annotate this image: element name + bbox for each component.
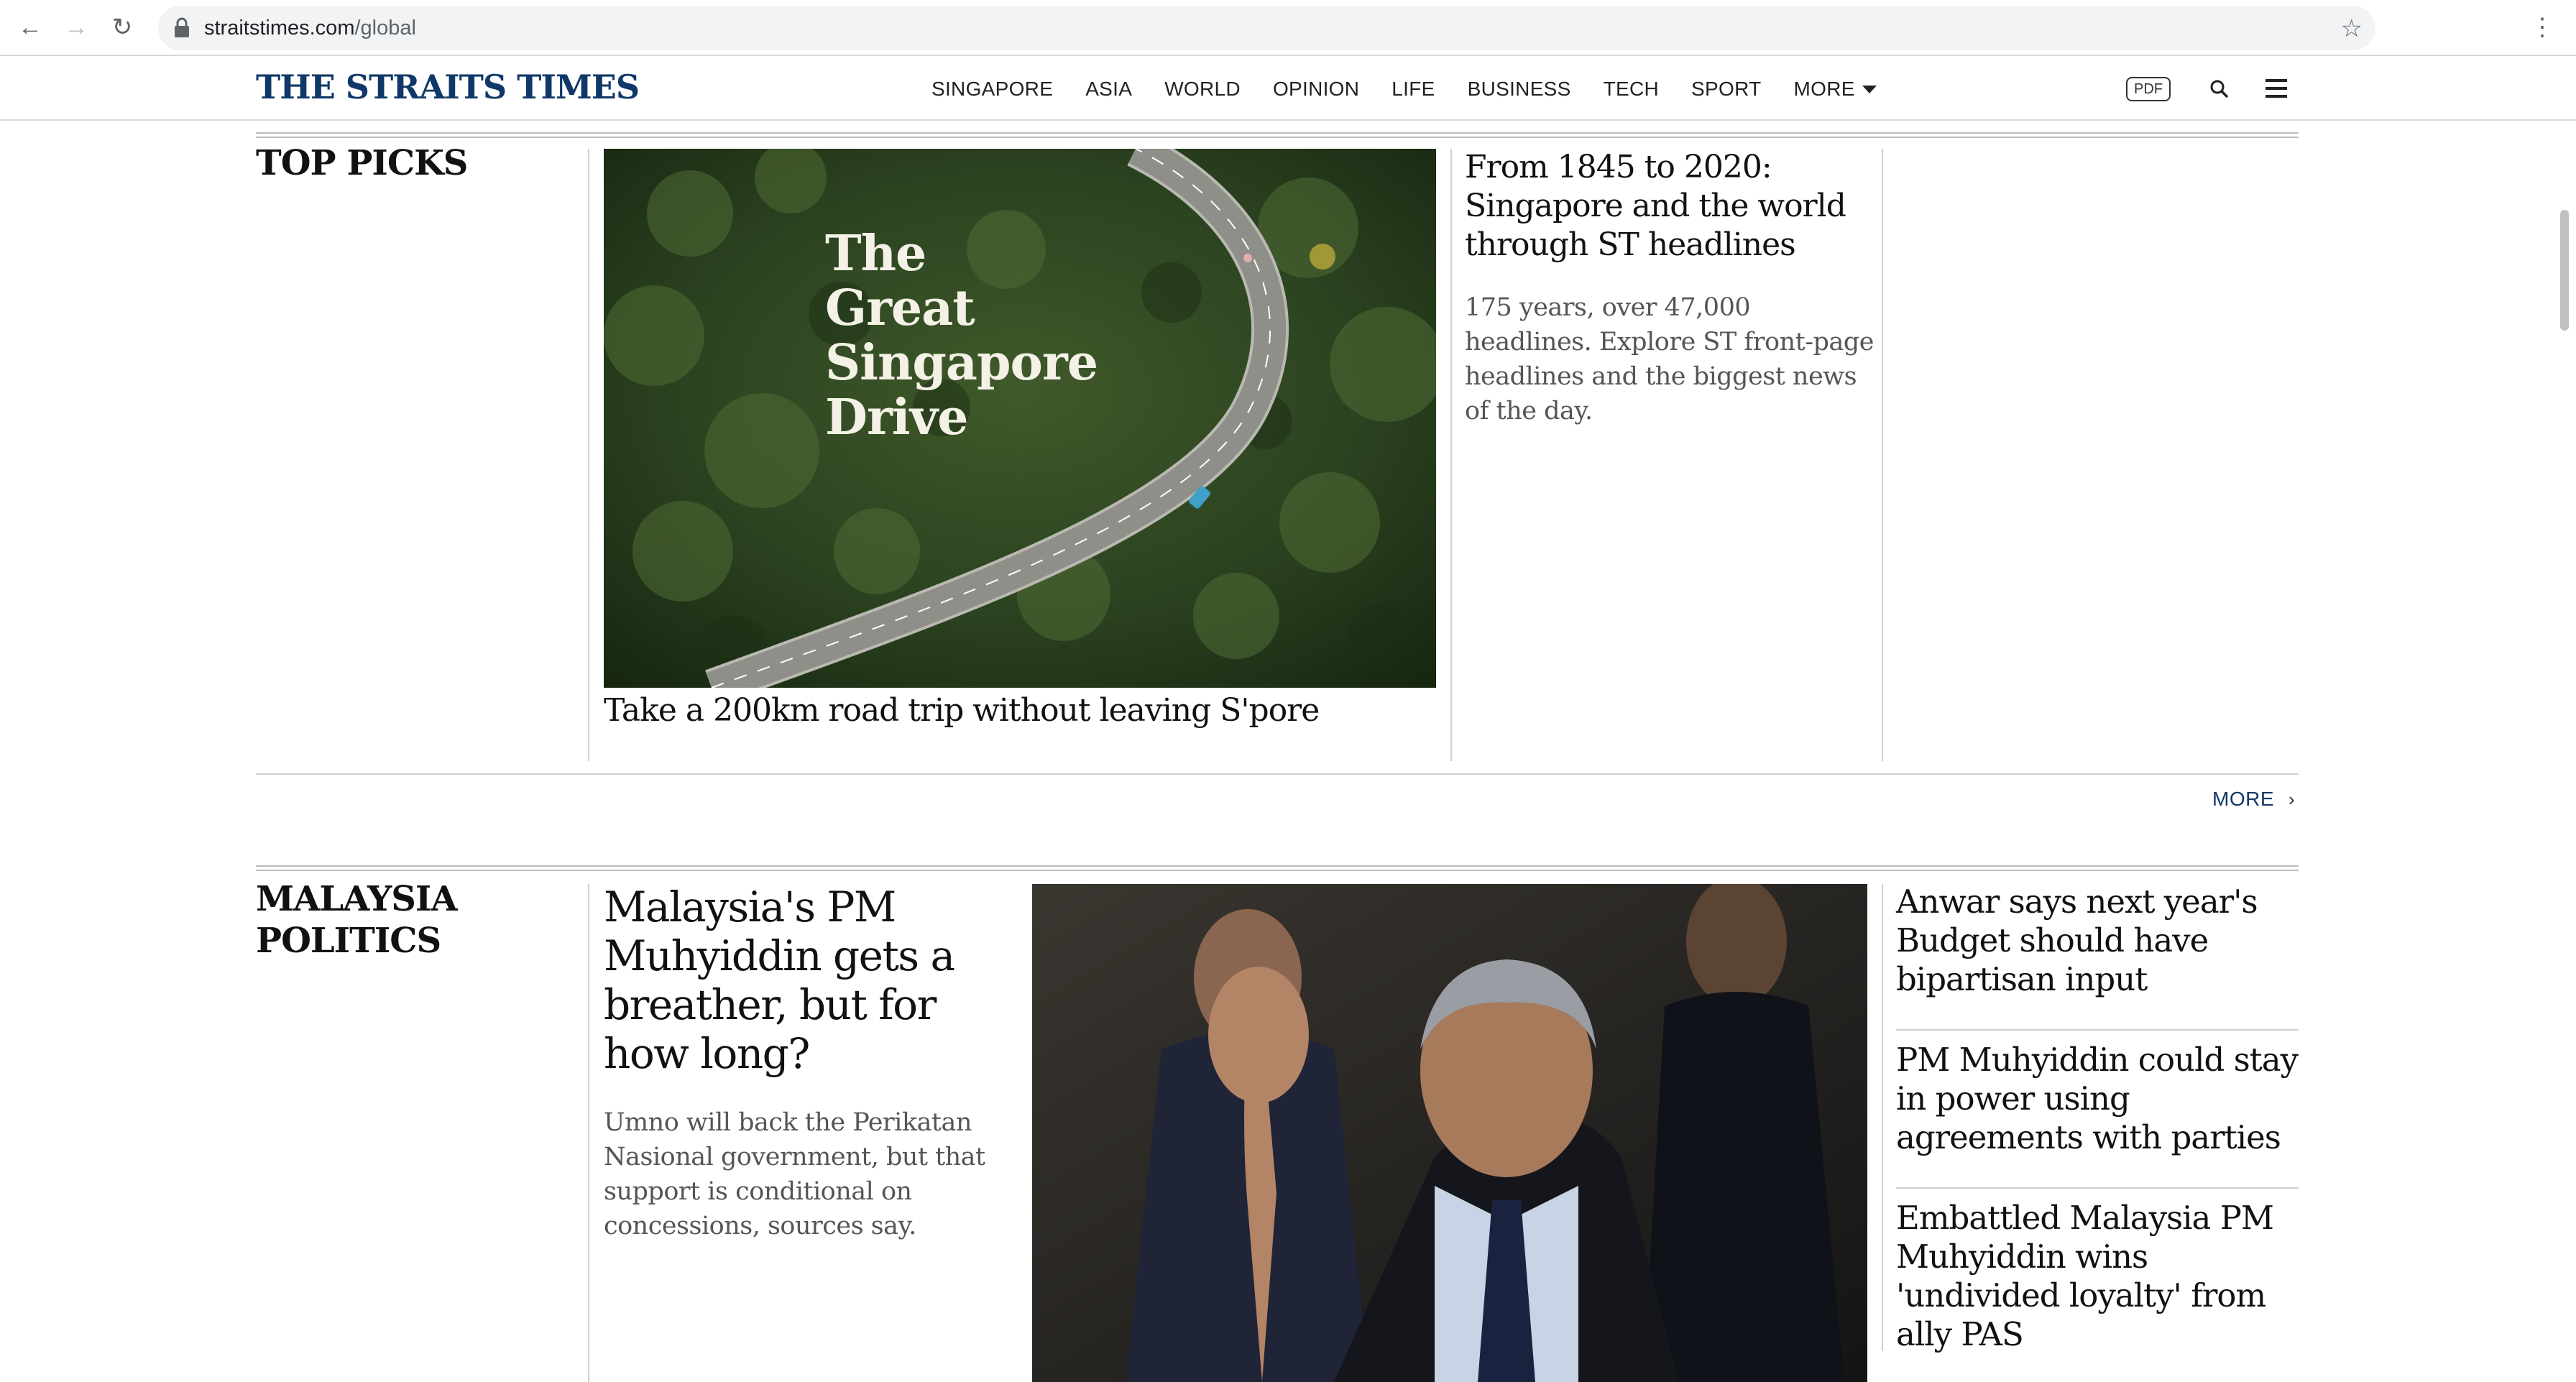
- section-title-line: MALAYSIA: [256, 879, 458, 919]
- more-label: MORE: [2212, 788, 2274, 810]
- section-title-top-picks: TOP PICKS: [256, 143, 468, 183]
- overlay-line: Great: [825, 280, 975, 337]
- feature-summary: 175 years, over 47,000 headlines. Explor…: [1465, 293, 1874, 425]
- url-text: straitstimes.com/global: [204, 17, 416, 40]
- nav-tech[interactable]: TECH: [1604, 78, 1659, 101]
- more-top-picks-link[interactable]: MORE ›: [2212, 788, 2295, 811]
- browser-toolbar: ← → ↻ straitstimes.com/global ☆ ⋮: [0, 0, 2576, 56]
- lock-icon: [175, 17, 189, 37]
- nav-asia[interactable]: ASIA: [1085, 78, 1132, 101]
- main-nav: SINGAPORE ASIA WORLD OPINION LIFE BUSINE…: [932, 57, 1909, 121]
- column-divider: [1450, 149, 1452, 761]
- column-divider: [1882, 884, 1883, 1351]
- lead-summary: Umno will back the Perikatan Nasional go…: [604, 1108, 985, 1240]
- feature-headline-link[interactable]: From 1845 to 2020: Singapore and the wor…: [1465, 148, 1874, 264]
- caret-down-icon: [1862, 85, 1877, 93]
- nav-business[interactable]: BUSINESS: [1468, 78, 1571, 101]
- site-header: THE STRAITS TIMES SINGAPORE ASIA WORLD O…: [0, 57, 2576, 121]
- overlay-line: Singapore: [825, 334, 1098, 392]
- section-divider: [256, 773, 2299, 775]
- nav-more[interactable]: MORE: [1794, 78, 1877, 101]
- scrollbar-thumb[interactable]: [2560, 210, 2569, 331]
- overlay-line: The: [825, 225, 926, 282]
- muhyiddin-photo[interactable]: [1032, 884, 1867, 1382]
- lead-headline-link[interactable]: Malaysia's PM Muhyiddin gets a breather,…: [604, 883, 1006, 1078]
- overlay-line: Drive: [825, 389, 968, 446]
- search-icon[interactable]: [2207, 76, 2232, 102]
- back-icon[interactable]: ←: [13, 10, 47, 45]
- pdf-button[interactable]: PDF: [2126, 77, 2171, 101]
- page-scrollbar[interactable]: [2552, 122, 2576, 1382]
- section-divider: [256, 865, 2299, 871]
- story-divider: [1896, 1029, 2299, 1031]
- story-divider: [1896, 1187, 2299, 1189]
- bookmark-star-icon[interactable]: ☆: [2341, 14, 2363, 43]
- news-photo: [1032, 884, 1867, 1382]
- side-story-link[interactable]: Anwar says next year's Budget should hav…: [1896, 883, 2299, 999]
- browser-menu-icon[interactable]: ⋮: [2530, 10, 2554, 45]
- reload-icon[interactable]: ↻: [105, 10, 139, 45]
- nav-sport[interactable]: SPORT: [1691, 78, 1761, 101]
- hero-caption-link[interactable]: Take a 200km road trip without leaving S…: [604, 691, 1438, 730]
- hamburger-menu-icon[interactable]: [2266, 79, 2287, 98]
- column-divider: [588, 149, 589, 761]
- forward-icon[interactable]: →: [59, 10, 93, 45]
- side-story-link[interactable]: Embattled Malaysia PM Muhyiddin wins 'un…: [1896, 1199, 2299, 1354]
- address-bar[interactable]: straitstimes.com/global ☆: [158, 6, 2375, 50]
- nav-more-label: MORE: [1793, 78, 1855, 100]
- nav-life[interactable]: LIFE: [1392, 78, 1435, 101]
- hero-image-great-singapore-drive[interactable]: The Great Singapore Drive: [604, 149, 1436, 688]
- section-title-line: POLITICS: [256, 921, 441, 961]
- hero-overlay-title: The Great Singapore Drive: [825, 226, 1098, 445]
- column-divider: [588, 884, 589, 1382]
- chevron-right-icon: ›: [2288, 788, 2296, 810]
- column-divider: [1882, 149, 1883, 761]
- nav-opinion[interactable]: OPINION: [1273, 78, 1359, 101]
- section-divider: [256, 132, 2299, 138]
- nav-singapore[interactable]: SINGAPORE: [932, 78, 1053, 101]
- site-logo[interactable]: THE STRAITS TIMES: [256, 68, 640, 106]
- side-story-link[interactable]: PM Muhyiddin could stay in power using a…: [1896, 1041, 2299, 1157]
- section-title-malaysia-politics: MALAYSIA POLITICS: [256, 878, 458, 962]
- nav-world[interactable]: WORLD: [1164, 78, 1241, 101]
